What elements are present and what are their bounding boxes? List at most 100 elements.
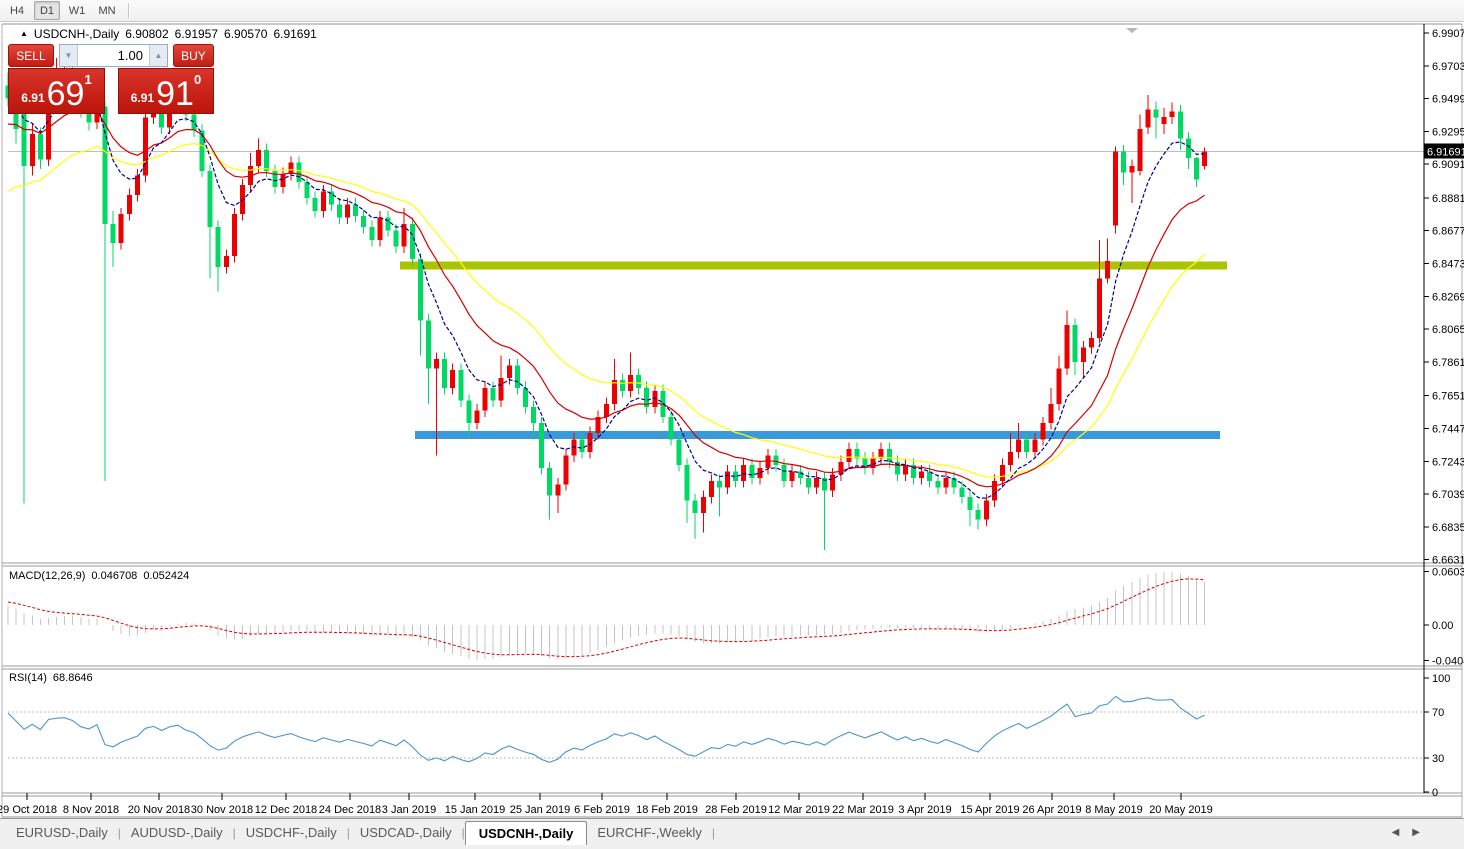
candle — [1008, 452, 1014, 465]
candle — [1137, 128, 1143, 171]
svg-text:30: 30 — [1432, 753, 1444, 765]
candle — [983, 500, 989, 520]
candle — [1048, 403, 1054, 424]
candle — [830, 474, 836, 491]
volume-input[interactable] — [76, 45, 150, 66]
sell-price-box[interactable]: 6.91 69 1 — [8, 68, 105, 114]
chart-tab-usdcnh-daily[interactable]: USDCNH-,Daily — [464, 821, 588, 845]
sell-price-prefix: 6.91 — [21, 91, 45, 105]
svg-text:0.00: 0.00 — [1432, 620, 1453, 632]
toolbar-separator — [128, 3, 130, 18]
candle — [482, 387, 488, 411]
buy-button[interactable]: BUY — [172, 44, 214, 67]
svg-text:100: 100 — [1432, 673, 1450, 685]
ohlc-low: 6.90570 — [224, 27, 268, 41]
tab-scroll-right-icon[interactable]: ▶ — [1412, 827, 1420, 838]
candle — [126, 194, 132, 215]
svg-text:6.80650: 6.80650 — [1432, 324, 1464, 336]
candle — [814, 477, 819, 488]
rsi-name: RSI(14) — [9, 672, 47, 684]
candle — [943, 477, 949, 488]
timeframe-button-h4[interactable]: H4 — [4, 1, 30, 20]
candle — [531, 407, 537, 424]
candle — [1024, 439, 1030, 453]
resistance-ray-green — [400, 261, 1227, 270]
tab-scroll-left-icon[interactable]: ◀ — [1392, 827, 1400, 838]
candle — [1177, 111, 1183, 139]
candle — [603, 403, 609, 417]
chart-tab-eurchf-weekly[interactable]: EURCHF-,Weekly — [587, 819, 712, 846]
svg-text:8 Nov 2018: 8 Nov 2018 — [63, 804, 119, 816]
chart-tab-eurusd-daily[interactable]: EURUSD-,Daily — [6, 819, 118, 846]
candle — [975, 510, 981, 520]
svg-text:6.90910: 6.90910 — [1432, 159, 1464, 171]
svg-text:6.88810: 6.88810 — [1432, 193, 1464, 205]
candle — [490, 387, 496, 401]
ohlc-open: 6.90802 — [125, 27, 169, 41]
macd-value-signal: 0.052424 — [143, 570, 190, 582]
volume-decrease-icon[interactable]: ▼ — [60, 45, 77, 66]
svg-text:6.97030: 6.97030 — [1432, 61, 1464, 73]
timeframe-button-mn[interactable]: MN — [94, 1, 120, 20]
svg-text:6.86770: 6.86770 — [1432, 226, 1464, 238]
candle — [1193, 157, 1199, 180]
candle — [377, 217, 383, 240]
sell-button[interactable]: SELL — [8, 44, 54, 67]
candle — [361, 215, 367, 228]
rsi-indicator-label: RSI(14) 68.8646 — [9, 672, 93, 684]
candle — [1113, 151, 1119, 226]
timeframe-button-d1[interactable]: D1 — [34, 1, 60, 20]
tab-separator: | — [711, 825, 715, 840]
candle — [434, 358, 440, 369]
buy-price-point: 0 — [193, 72, 202, 87]
candle — [741, 464, 747, 482]
candle — [1072, 325, 1078, 363]
volume-increase-icon[interactable]: ▲ — [150, 45, 167, 66]
svg-text:0: 0 — [1432, 787, 1438, 799]
buy-price-pips: 91 — [156, 75, 194, 114]
candle — [417, 259, 423, 321]
macd-name: MACD(12,26,9) — [9, 570, 86, 582]
candle — [1145, 109, 1151, 128]
candle — [296, 162, 302, 183]
candle — [539, 423, 545, 469]
candle — [1056, 368, 1062, 404]
chart-tab-usdchf-daily[interactable]: USDCHF-,Daily — [236, 819, 347, 846]
candle — [789, 471, 795, 482]
candle — [506, 365, 512, 379]
candle — [522, 387, 528, 408]
sell-price-point: 1 — [84, 72, 92, 87]
candle — [781, 464, 787, 482]
timeframe-button-w1[interactable]: W1 — [64, 1, 90, 20]
collapse-triangle-icon[interactable]: ▲ — [20, 30, 28, 38]
svg-text:6.74470: 6.74470 — [1432, 423, 1464, 435]
candle — [458, 370, 464, 401]
svg-text:-0.040415: -0.040415 — [1432, 656, 1464, 668]
candle — [401, 223, 407, 247]
timeframe-toolbar: H4 D1 W1 MN — [0, 0, 1464, 22]
ohlc-close: 6.91691 — [273, 27, 317, 41]
svg-text:3 Jan 2019: 3 Jan 2019 — [382, 804, 436, 816]
chart-tab-audusd-daily[interactable]: AUDUSD-,Daily — [121, 819, 233, 846]
candle — [118, 214, 124, 244]
candle — [336, 204, 342, 218]
candle — [312, 198, 318, 211]
svg-text:3 Apr 2019: 3 Apr 2019 — [898, 804, 951, 816]
candle — [805, 477, 811, 488]
candle — [555, 484, 561, 496]
chart-tab-usdcad-daily[interactable]: USDCAD-,Daily — [350, 819, 462, 846]
svg-text:12 Dec 2018: 12 Dec 2018 — [255, 804, 317, 816]
candle — [1121, 151, 1127, 173]
svg-text:6.91691: 6.91691 — [1427, 147, 1464, 159]
svg-text:6.70390: 6.70390 — [1432, 489, 1464, 501]
candle — [765, 455, 771, 469]
buy-price-box[interactable]: 6.91 91 0 — [118, 68, 214, 114]
candle — [207, 170, 213, 228]
price-chart-canvas[interactable]: 6.99070 6.97030 6.94990 6.92950 6.90910 6.888… — [0, 23, 1464, 818]
candle — [700, 497, 706, 514]
svg-text:6.68350: 6.68350 — [1432, 522, 1464, 534]
candle — [716, 481, 722, 488]
candle — [1016, 439, 1022, 453]
candle — [256, 149, 262, 166]
svg-text:6.84730: 6.84730 — [1432, 259, 1464, 271]
